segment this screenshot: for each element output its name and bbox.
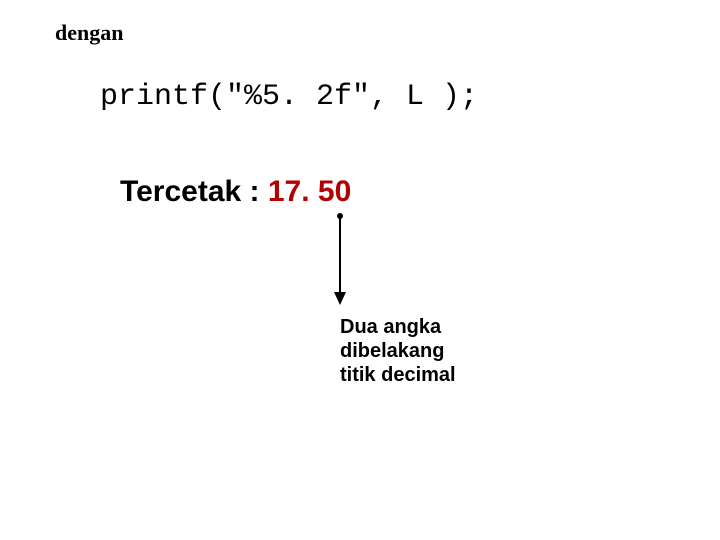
output-label: Tercetak :: [120, 175, 268, 208]
annotation-arrow: [310, 210, 370, 310]
output-value: 17. 50: [268, 175, 351, 208]
annotation-text: Dua angka dibelakang titik decimal: [340, 315, 456, 387]
header-text: dengan: [55, 20, 123, 46]
code-line: printf("%5. 2f", L );: [100, 80, 478, 114]
output-line: Tercetak : 17. 50: [120, 175, 351, 209]
